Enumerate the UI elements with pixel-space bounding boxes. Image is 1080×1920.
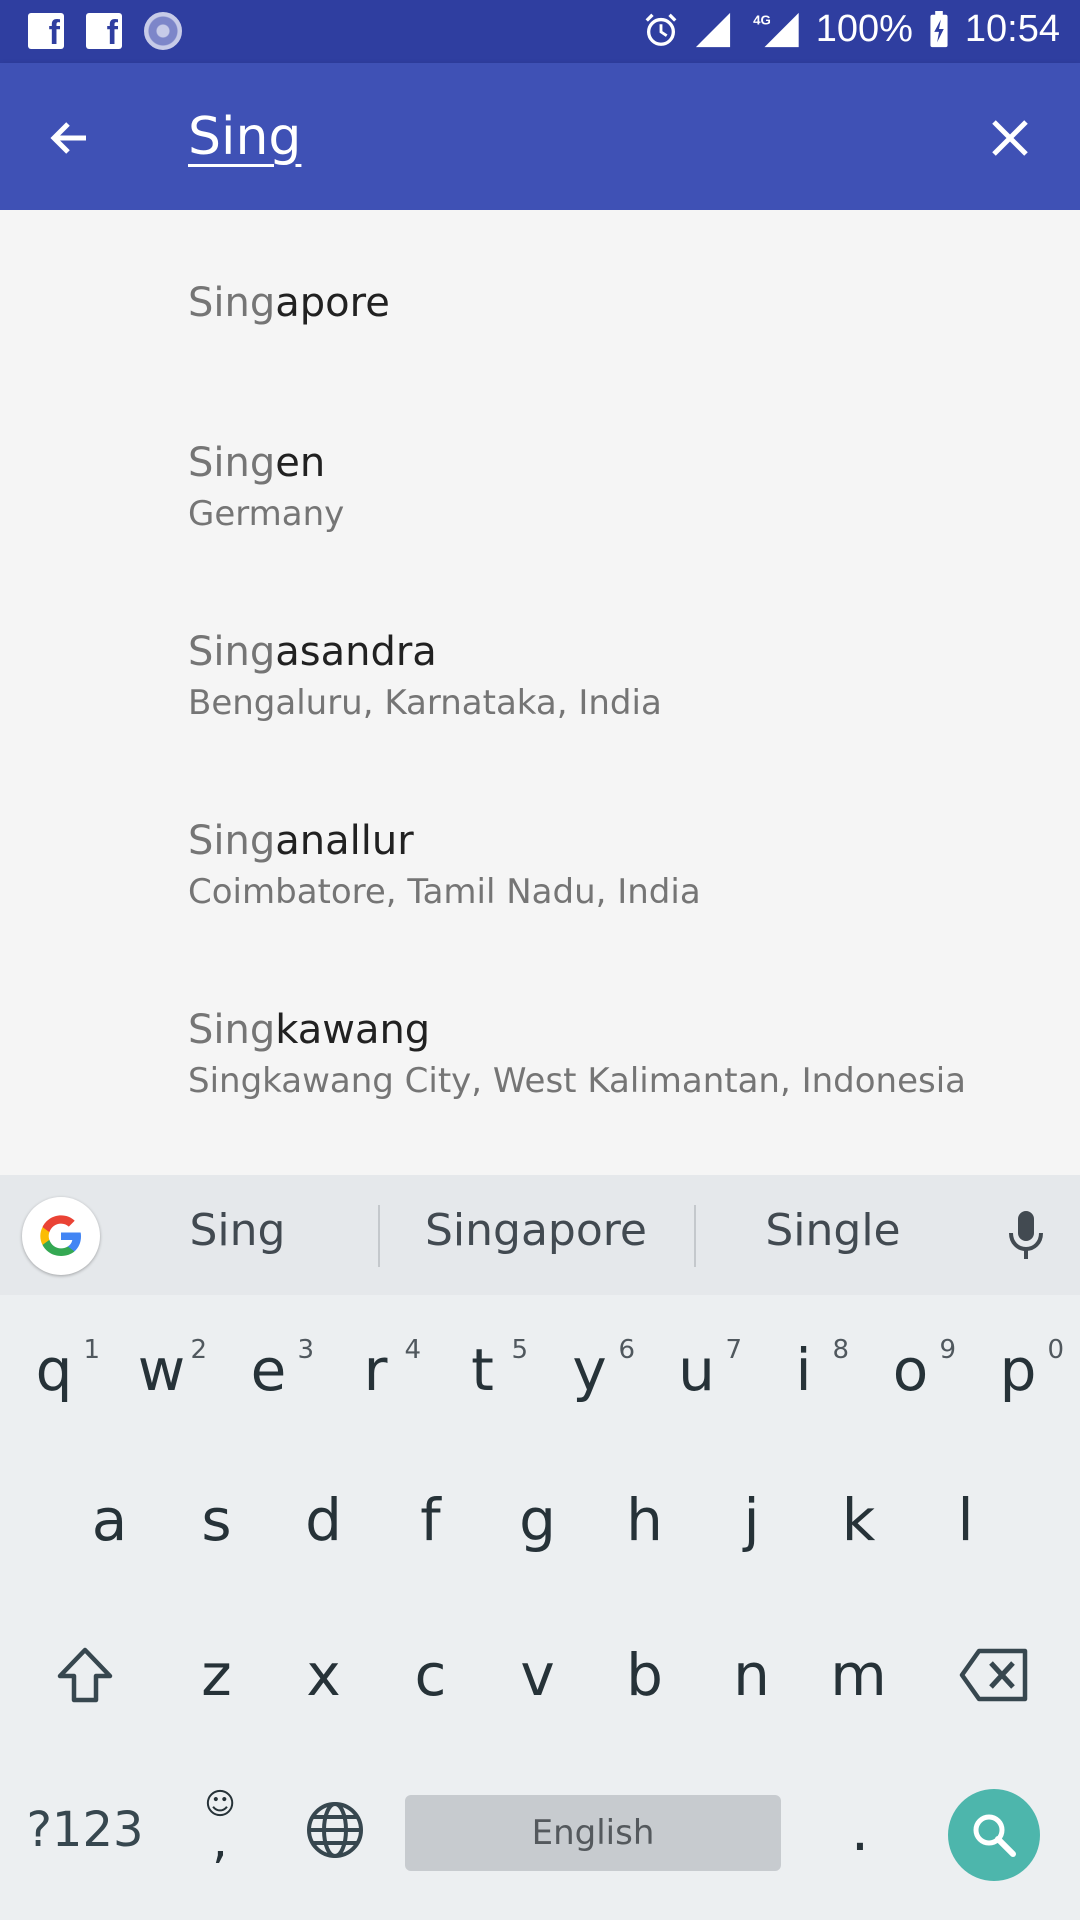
search-action-key[interactable] xyxy=(948,1789,1040,1881)
result-name: Singapore xyxy=(188,280,390,326)
key-z[interactable]: z xyxy=(163,1620,270,1730)
result-item-singkawang[interactable]: Singkawang Singkawang City, West Kaliman… xyxy=(188,1007,1048,1101)
suggestion-singapore[interactable]: Singapore xyxy=(400,1205,672,1256)
key-i[interactable]: i8 xyxy=(750,1315,857,1425)
result-subtitle: Germany xyxy=(188,494,345,534)
result-item-singasandra[interactable]: Singasandra Bengaluru, Karnataka, India xyxy=(188,629,1048,723)
key-r[interactable]: r4 xyxy=(322,1315,429,1425)
key-s[interactable]: s xyxy=(163,1465,270,1575)
key-d[interactable]: d xyxy=(270,1465,377,1575)
signal-icon xyxy=(695,12,730,47)
google-logo-icon[interactable] xyxy=(22,1197,100,1275)
key-c[interactable]: c xyxy=(377,1620,484,1730)
key-w[interactable]: w2 xyxy=(108,1315,215,1425)
key-o[interactable]: o9 xyxy=(857,1315,964,1425)
result-subtitle: Coimbatore, Tamil Nadu, India xyxy=(188,872,701,912)
suggestion-sing[interactable]: Sing xyxy=(140,1205,335,1256)
facebook-icon xyxy=(86,13,122,53)
globe-icon xyxy=(307,1802,363,1858)
key-e[interactable]: e3 xyxy=(215,1315,322,1425)
key-x[interactable]: x xyxy=(270,1620,377,1730)
key-t[interactable]: t5 xyxy=(429,1315,536,1425)
result-name: Singen xyxy=(188,440,326,486)
battery-charging-icon xyxy=(930,10,948,47)
microphone-button[interactable] xyxy=(996,1205,1056,1265)
period-key[interactable]: . xyxy=(810,1775,910,1885)
key-h[interactable]: h xyxy=(591,1465,698,1575)
alarm-icon xyxy=(645,13,677,46)
shift-key[interactable] xyxy=(20,1620,150,1730)
result-item-singanallur[interactable]: Singanallur Coimbatore, Tamil Nadu, Indi… xyxy=(188,818,1048,912)
comma-label: , xyxy=(212,1811,228,1869)
facebook-icon xyxy=(28,13,64,53)
suggestion-divider xyxy=(378,1205,380,1267)
key-g[interactable]: g xyxy=(484,1465,591,1575)
svg-text:4G: 4G xyxy=(753,12,771,27)
language-key[interactable] xyxy=(280,1775,390,1885)
keyboard-suggestion-strip: Sing Singapore Single xyxy=(0,1175,1080,1295)
comma-emoji-key[interactable]: ☺ , xyxy=(175,1765,265,1885)
suggestion-single[interactable]: Single xyxy=(715,1205,951,1256)
results-list: Singapore Singen Germany Singasandra Ben… xyxy=(0,210,1080,1175)
key-q[interactable]: q1 xyxy=(0,1315,108,1425)
soft-keyboard: q1 w2 e3 r4 t5 y6 u7 i8 o9 p0 a s d f g … xyxy=(0,1295,1080,1920)
ashoka-chakra-icon xyxy=(144,12,182,50)
key-b[interactable]: b xyxy=(591,1620,698,1730)
key-n[interactable]: n xyxy=(698,1620,805,1730)
key-a[interactable]: a xyxy=(56,1465,163,1575)
result-name: Singkawang xyxy=(188,1007,431,1053)
key-k[interactable]: k xyxy=(805,1465,912,1575)
key-p[interactable]: p0 xyxy=(964,1315,1072,1425)
backspace-key[interactable] xyxy=(930,1620,1060,1730)
space-key[interactable]: English xyxy=(405,1795,781,1871)
key-v[interactable]: v xyxy=(484,1620,591,1730)
key-u[interactable]: u7 xyxy=(643,1315,750,1425)
result-item-singapore[interactable]: Singapore xyxy=(188,280,1048,326)
search-input[interactable] xyxy=(188,97,948,177)
back-button[interactable] xyxy=(40,108,100,168)
result-name: Singanallur xyxy=(188,818,414,864)
result-subtitle: Singkawang City, West Kalimantan, Indone… xyxy=(188,1061,966,1101)
key-y[interactable]: y6 xyxy=(536,1315,643,1425)
key-l[interactable]: l xyxy=(912,1465,1019,1575)
search-icon xyxy=(973,1814,1016,1857)
result-name: Singasandra xyxy=(188,629,437,675)
microphone-icon xyxy=(1009,1211,1043,1259)
backspace-icon xyxy=(959,1648,1028,1702)
key-j[interactable]: j xyxy=(698,1465,805,1575)
suggestion-divider xyxy=(694,1205,696,1267)
signal-4g-icon: 4G xyxy=(753,12,799,47)
clock: 10:54 xyxy=(964,8,1060,50)
close-icon xyxy=(992,120,1028,156)
battery-percent: 100% xyxy=(815,8,913,50)
result-subtitle: Bengaluru, Karnataka, India xyxy=(188,683,662,723)
search-app-bar xyxy=(0,63,1080,210)
symbols-key[interactable]: ?123 xyxy=(10,1775,160,1885)
result-item-singen[interactable]: Singen Germany xyxy=(188,440,1048,534)
key-m[interactable]: m xyxy=(805,1620,912,1730)
status-bar: 4G 100% 10:54 xyxy=(0,0,1080,63)
shift-icon xyxy=(57,1647,113,1703)
clear-button[interactable] xyxy=(980,108,1040,168)
key-f[interactable]: f xyxy=(377,1465,484,1575)
arrow-back-icon xyxy=(50,122,86,154)
